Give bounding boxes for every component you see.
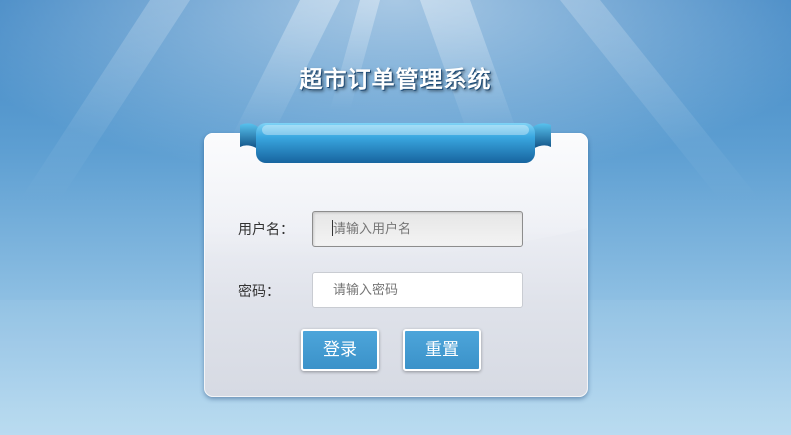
app-title: 超市订单管理系统 — [299, 67, 492, 93]
login-page: 超市订单管理系统 用户名： 请输入用户名 密码： 登录 重置 — [0, 0, 791, 435]
login-panel — [204, 133, 588, 397]
password-input[interactable] — [312, 272, 523, 308]
username-label: 用户名： — [238, 222, 294, 238]
header-ribbon — [240, 123, 551, 163]
username-input[interactable] — [312, 211, 523, 247]
panel-sheen — [204, 133, 588, 260]
reset-button[interactable]: 重置 — [403, 329, 481, 371]
text-cursor — [332, 220, 333, 236]
login-button[interactable]: 登录 — [301, 329, 379, 371]
password-label: 密码： — [238, 284, 280, 300]
